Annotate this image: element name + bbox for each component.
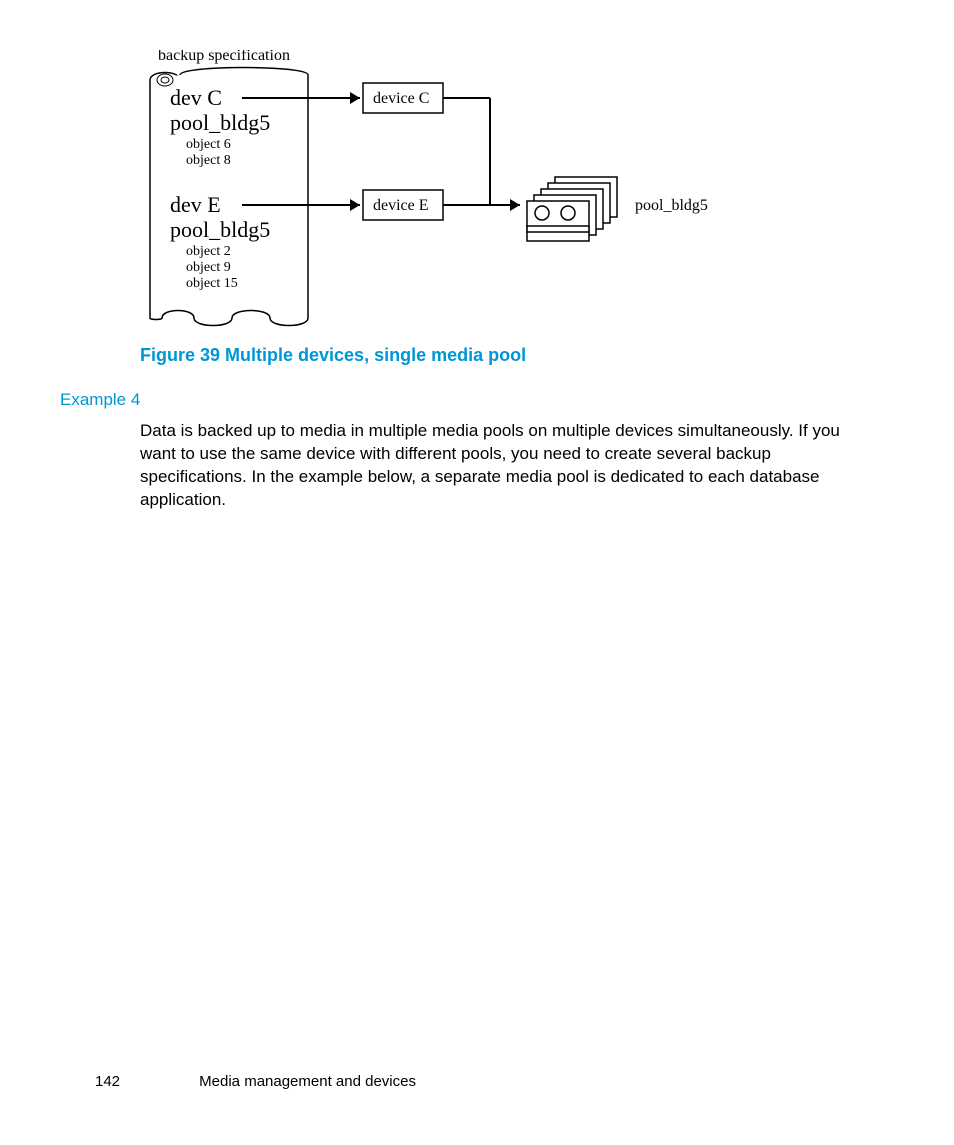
pool-label: pool_bldg5 bbox=[635, 197, 708, 214]
block1-obj0: object 6 bbox=[186, 137, 231, 152]
block2-pool: pool_bldg5 bbox=[170, 217, 270, 242]
device1-label: device C bbox=[373, 90, 429, 107]
device2-label: device E bbox=[373, 197, 429, 214]
block2-obj1: object 9 bbox=[186, 260, 231, 275]
figure-caption: Figure 39 Multiple devices, single media… bbox=[140, 345, 526, 366]
body-paragraph: Data is backed up to media in multiple m… bbox=[140, 420, 840, 512]
example-heading: Example 4 bbox=[60, 390, 140, 410]
block2-obj0: object 2 bbox=[186, 244, 231, 259]
block2-obj2: object 15 bbox=[186, 276, 238, 291]
figure-diagram: backup specification dev C pool_bldg5 ob… bbox=[140, 50, 790, 330]
block1-dev: dev C bbox=[170, 85, 222, 110]
section-title: Media management and devices bbox=[199, 1073, 416, 1090]
page-footer: 142 Media management and devices bbox=[95, 1073, 416, 1090]
block2-dev: dev E bbox=[170, 192, 221, 217]
block1-obj1: object 8 bbox=[186, 153, 231, 168]
block1-pool: pool_bldg5 bbox=[170, 110, 270, 135]
tape-stack-icon bbox=[527, 177, 617, 241]
page-number: 142 bbox=[95, 1073, 195, 1090]
spec-title: backup specification bbox=[158, 50, 290, 64]
